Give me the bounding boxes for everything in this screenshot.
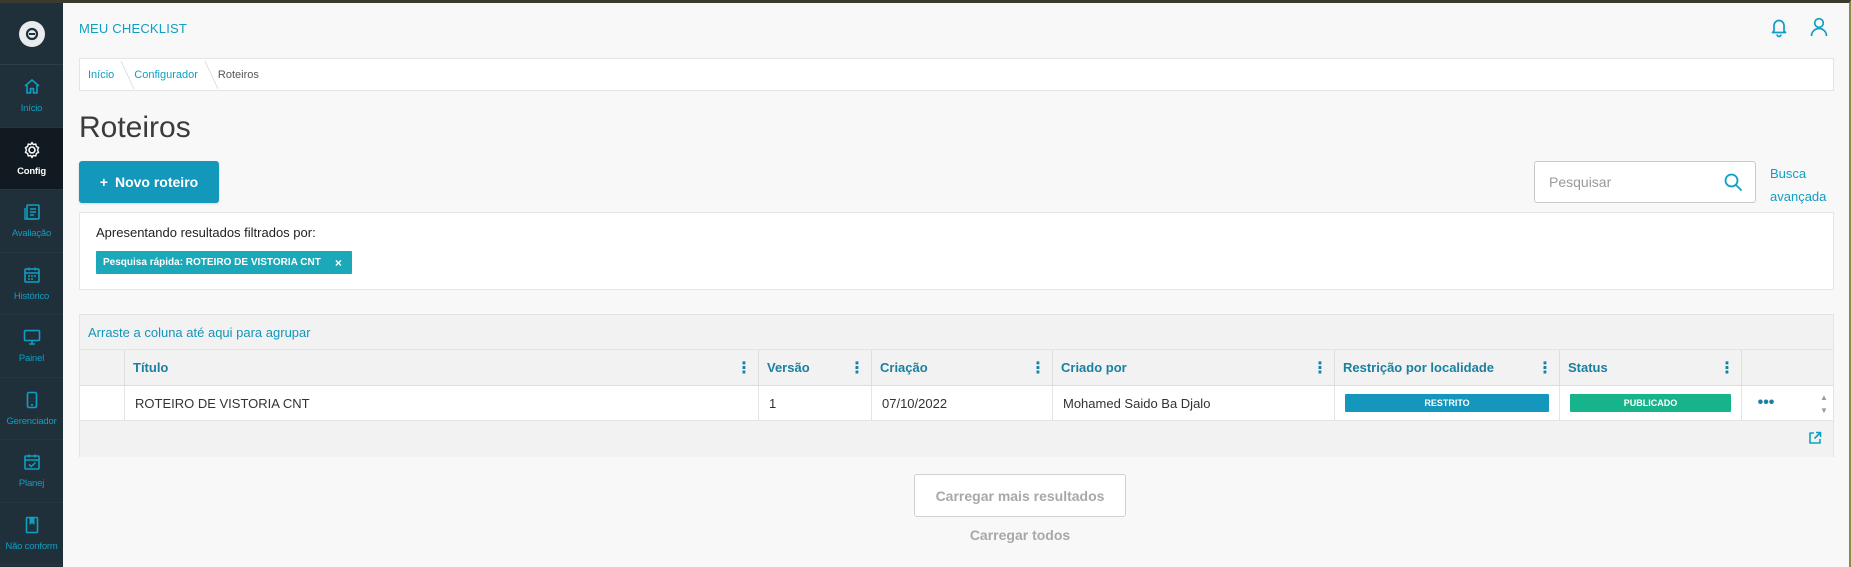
header-actions [1742,350,1808,385]
sidebar-item-label: Painel [18,353,45,365]
search-box [1534,161,1756,203]
gear-icon [24,141,39,158]
sidebar-item-label: Planej [18,478,45,490]
filter-title: Apresentando resultados filtrados por: [96,225,316,240]
plus-icon: + [99,174,108,190]
restriction-badge: RESTRITO [1345,394,1549,412]
user-icon[interactable] [1809,16,1829,43]
column-menu-icon[interactable]: ⋮ [1537,358,1553,378]
filter-panel: Apresentando resultados filtrados por: P… [79,212,1834,290]
scroll-up-icon[interactable]: ▲ [1820,393,1828,402]
group-drop-zone[interactable]: Arraste a coluna até aqui para agrupar [80,315,1833,350]
breadcrumb-roteiros: Roteiros [217,68,259,81]
page-title: Roteiros [79,111,191,144]
sidebar-item-avaliacao[interactable]: Avaliação [0,190,63,253]
sidebar-item-label: Config [17,165,46,177]
header-restricao-label: Restrição por localidade [1343,360,1494,375]
top-icons [1769,16,1829,43]
row-menu-icon[interactable]: ••• [1758,394,1775,412]
column-menu-icon[interactable]: ⋮ [1719,358,1735,378]
new-roteiro-button[interactable]: + Novo roteiro [79,161,219,203]
advanced-search-line1: Busca [1770,166,1807,181]
cell-criacao: 07/10/2022 [872,386,1053,420]
header-criacao-label: Criação [880,360,928,375]
column-menu-icon[interactable]: ⋮ [849,358,865,378]
search-icon[interactable] [1723,172,1743,197]
top-bar: MEU CHECKLIST [63,3,1849,53]
logo-icon [18,20,45,47]
sidebar: Início Config Avaliação Histórico Painel… [0,3,63,567]
header-criacao[interactable]: Criação ⋮ [872,350,1053,385]
app-title[interactable]: MEU CHECKLIST [79,21,187,36]
header-titulo[interactable]: Título ⋮ [125,350,759,385]
breadcrumb-configurador[interactable]: Configurador [134,69,216,81]
column-menu-icon[interactable]: ⋮ [1312,358,1328,378]
advanced-search-link[interactable]: Busca avançada [1770,162,1826,208]
header-select-col [80,350,125,385]
scroll-down-icon[interactable]: ▼ [1820,406,1828,415]
app-frame: Início Config Avaliação Histórico Painel… [0,0,1851,567]
sidebar-item-planej[interactable]: Planej [0,440,63,503]
sidebar-item-nao-conform[interactable]: Não conform [0,503,63,565]
cell-versao: 1 [759,386,872,420]
search-input[interactable] [1549,174,1709,190]
calendar-check-icon [23,454,40,471]
bell-icon[interactable] [1769,16,1789,43]
close-icon[interactable]: × [335,256,342,270]
new-roteiro-label: Novo roteiro [114,174,199,190]
main-content: MEU CHECKLIST Início Configurador Roteir… [63,3,1849,567]
sidebar-item-config[interactable]: Config [0,127,63,190]
external-link-icon[interactable] [1807,430,1823,451]
column-menu-icon[interactable]: ⋮ [736,358,752,378]
header-titulo-label: Título [133,360,169,375]
table-row[interactable]: ROTEIRO DE VISTORIA CNT 1 07/10/2022 Moh… [80,386,1833,421]
header-criado-por-label: Criado por [1061,360,1127,375]
sidebar-item-gerenciador[interactable]: Gerenciador [0,378,63,440]
cell-titulo: ROTEIRO DE VISTORIA CNT [125,386,759,420]
bookmark-icon [25,516,38,534]
column-menu-icon[interactable]: ⋮ [1030,358,1046,378]
evaluation-icon [23,204,40,221]
sidebar-item-label: Gerenciador [6,415,57,427]
header-status[interactable]: Status ⋮ [1560,350,1742,385]
sidebar-item-label: Não conform [5,540,58,552]
breadcrumb: Início Configurador Roteiros [79,58,1834,91]
load-more-button[interactable]: Carregar mais resultados [914,474,1126,517]
mobile-icon [26,391,37,409]
cell-status: PUBLICADO [1560,386,1742,420]
advanced-search-line2: avançada [1770,189,1827,204]
status-badge: PUBLICADO [1570,394,1731,412]
cell-actions: ••• [1742,386,1790,420]
header-versao-label: Versão [767,360,810,375]
sidebar-item-label: Avaliação [11,228,52,240]
vertical-scrollbar[interactable]: ▲ ▼ [1815,386,1833,421]
header-status-label: Status [1568,360,1608,375]
filter-chip-label: Pesquisa rápida: ROTEIRO DE VISTORIA CNT [103,257,321,268]
monitor-icon [23,329,40,346]
row-select-cell[interactable] [80,386,125,420]
filter-chip: Pesquisa rápida: ROTEIRO DE VISTORIA CNT… [96,251,352,274]
data-grid: Arraste a coluna até aqui para agrupar T… [79,314,1834,457]
header-restricao[interactable]: Restrição por localidade ⋮ [1335,350,1560,385]
header-criado-por[interactable]: Criado por ⋮ [1053,350,1335,385]
table-header: Título ⋮ Versão ⋮ Criação ⋮ Criado por ⋮… [80,350,1833,386]
sidebar-item-label: Histórico [13,290,50,302]
cell-criado-por: Mohamed Saido Ba Djalo [1053,386,1335,420]
home-icon [23,79,40,95]
breadcrumb-inicio[interactable]: Início [88,69,132,81]
load-all-link[interactable]: Carregar todos [914,527,1126,543]
sidebar-item-painel[interactable]: Painel [0,315,63,378]
calendar-icon [23,267,40,283]
sidebar-item-historico[interactable]: Histórico [0,253,63,315]
cell-restricao: RESTRITO [1335,386,1560,420]
header-versao[interactable]: Versão ⋮ [759,350,872,385]
grid-footer [80,421,1833,457]
app-logo[interactable] [0,3,63,65]
sidebar-item-label: Início [20,103,43,115]
sidebar-item-inicio[interactable]: Início [0,65,63,128]
